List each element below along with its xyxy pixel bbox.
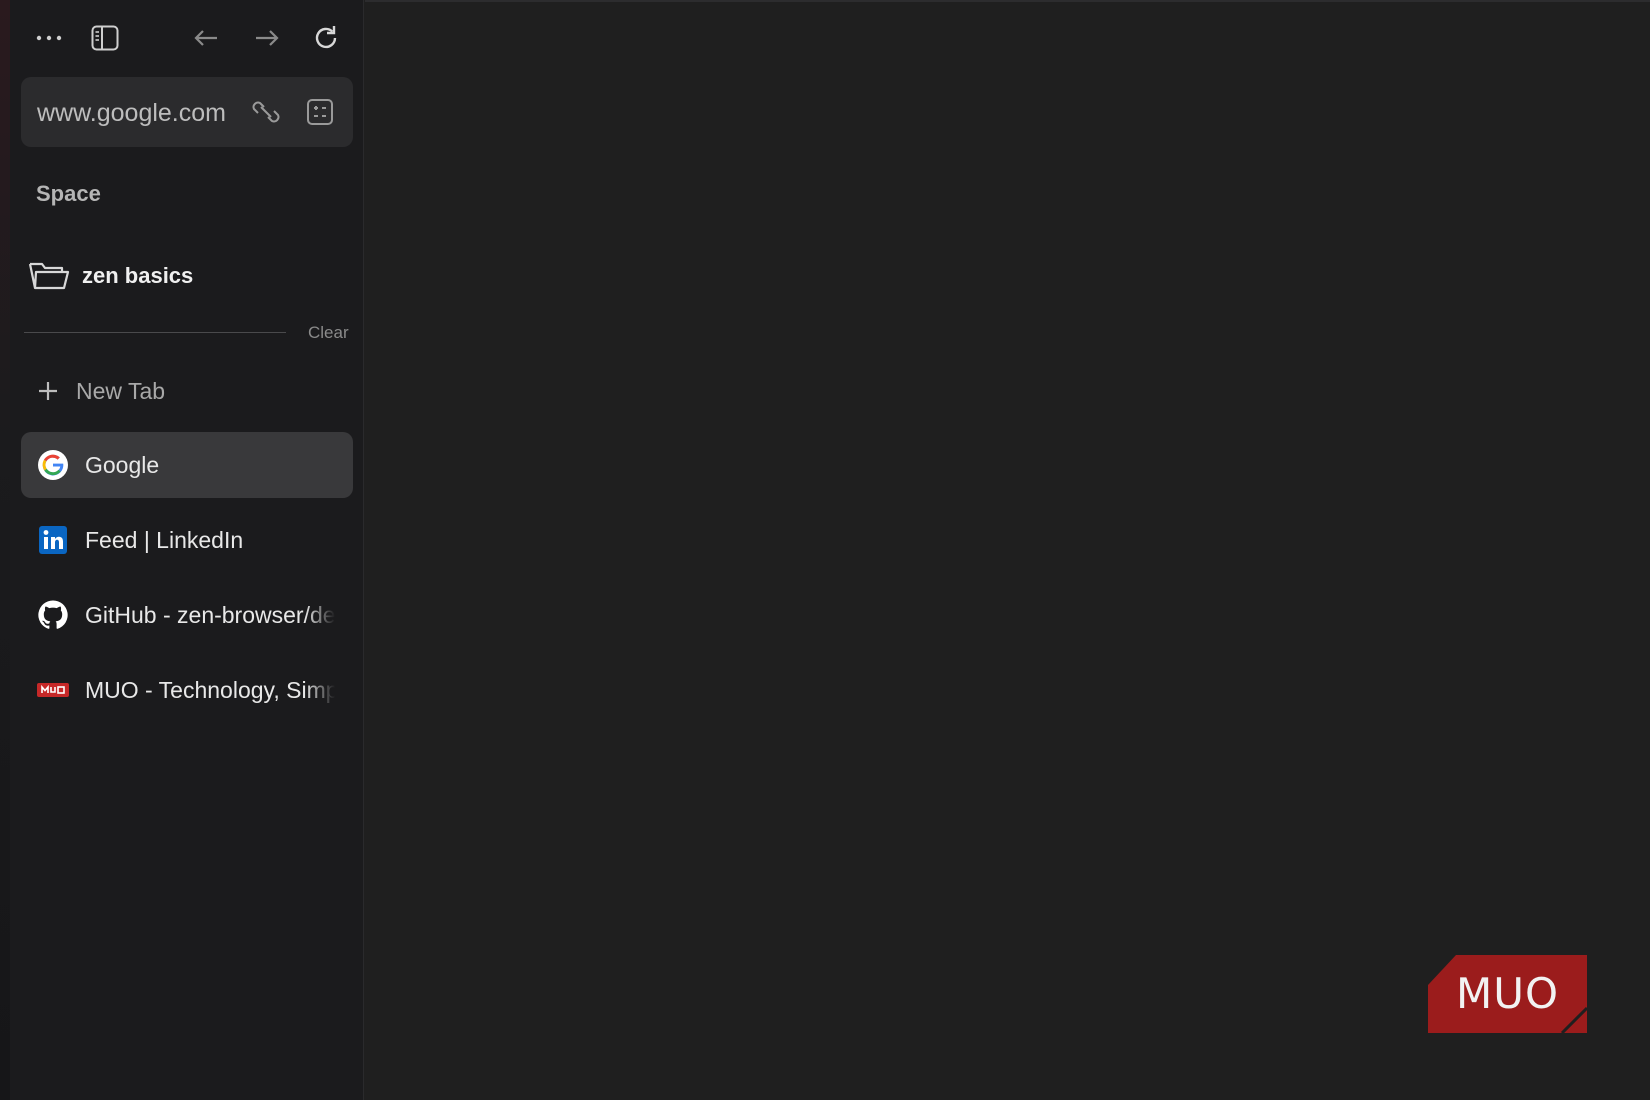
sidebar-toggle-icon bbox=[91, 25, 119, 51]
folder-label: zen basics bbox=[82, 263, 194, 288]
page-actions-icon bbox=[307, 99, 333, 125]
sidebar-toggle-button[interactable] bbox=[85, 18, 125, 58]
window-edge bbox=[0, 0, 10, 1100]
plus-icon bbox=[39, 382, 57, 400]
new-tab-label: New Tab bbox=[76, 377, 166, 404]
reload-button[interactable] bbox=[306, 18, 346, 58]
arrow-right-icon bbox=[256, 30, 279, 46]
tab-title: GitHub - zen-browser/desktop bbox=[85, 601, 335, 628]
tab-google[interactable]: Google bbox=[21, 432, 353, 498]
menu-button[interactable] bbox=[29, 18, 69, 58]
google-icon bbox=[37, 449, 69, 481]
folder-zen-basics[interactable]: zen basics bbox=[28, 253, 348, 299]
tab-title: Feed | LinkedIn bbox=[85, 526, 244, 553]
url-bar[interactable]: www.google.com bbox=[21, 77, 353, 147]
link-icon bbox=[252, 101, 280, 123]
clear-button[interactable]: Clear bbox=[308, 323, 349, 343]
tab-muo[interactable]: MUO - Technology, Simplified. bbox=[21, 657, 353, 723]
divider bbox=[24, 332, 286, 333]
reload-icon bbox=[315, 26, 337, 49]
new-tab-button[interactable]: New Tab bbox=[28, 370, 348, 412]
arrow-left-icon bbox=[194, 30, 217, 46]
space-label: Space bbox=[36, 181, 101, 206]
tab-linkedin[interactable]: Feed | LinkedIn bbox=[21, 507, 353, 573]
muo-icon bbox=[37, 674, 69, 706]
tab-title: MUO - Technology, Simplified. bbox=[85, 676, 335, 703]
page-actions-button[interactable] bbox=[303, 95, 337, 129]
folder-icon bbox=[28, 262, 70, 290]
browser-window: www.google.com Space zen basics Clear Ne… bbox=[0, 0, 1650, 1100]
tab-github[interactable]: GitHub - zen-browser/desktop bbox=[21, 582, 353, 648]
sidebar: www.google.com Space zen basics Clear Ne… bbox=[10, 0, 364, 1100]
muo-watermark: MUO bbox=[1428, 955, 1587, 1033]
watermark-text: MUO bbox=[1455, 969, 1560, 1018]
web-content-area[interactable] bbox=[365, 0, 1650, 1100]
back-button[interactable] bbox=[186, 18, 226, 58]
url-text[interactable]: www.google.com bbox=[37, 99, 226, 128]
tab-title: Google bbox=[85, 451, 160, 478]
sidebar-toolbar bbox=[10, 18, 364, 58]
forward-button[interactable] bbox=[247, 18, 287, 58]
github-icon bbox=[37, 599, 69, 631]
linkedin-icon bbox=[37, 524, 69, 556]
more-horizontal-icon bbox=[36, 35, 62, 41]
copy-link-button[interactable] bbox=[249, 95, 283, 129]
